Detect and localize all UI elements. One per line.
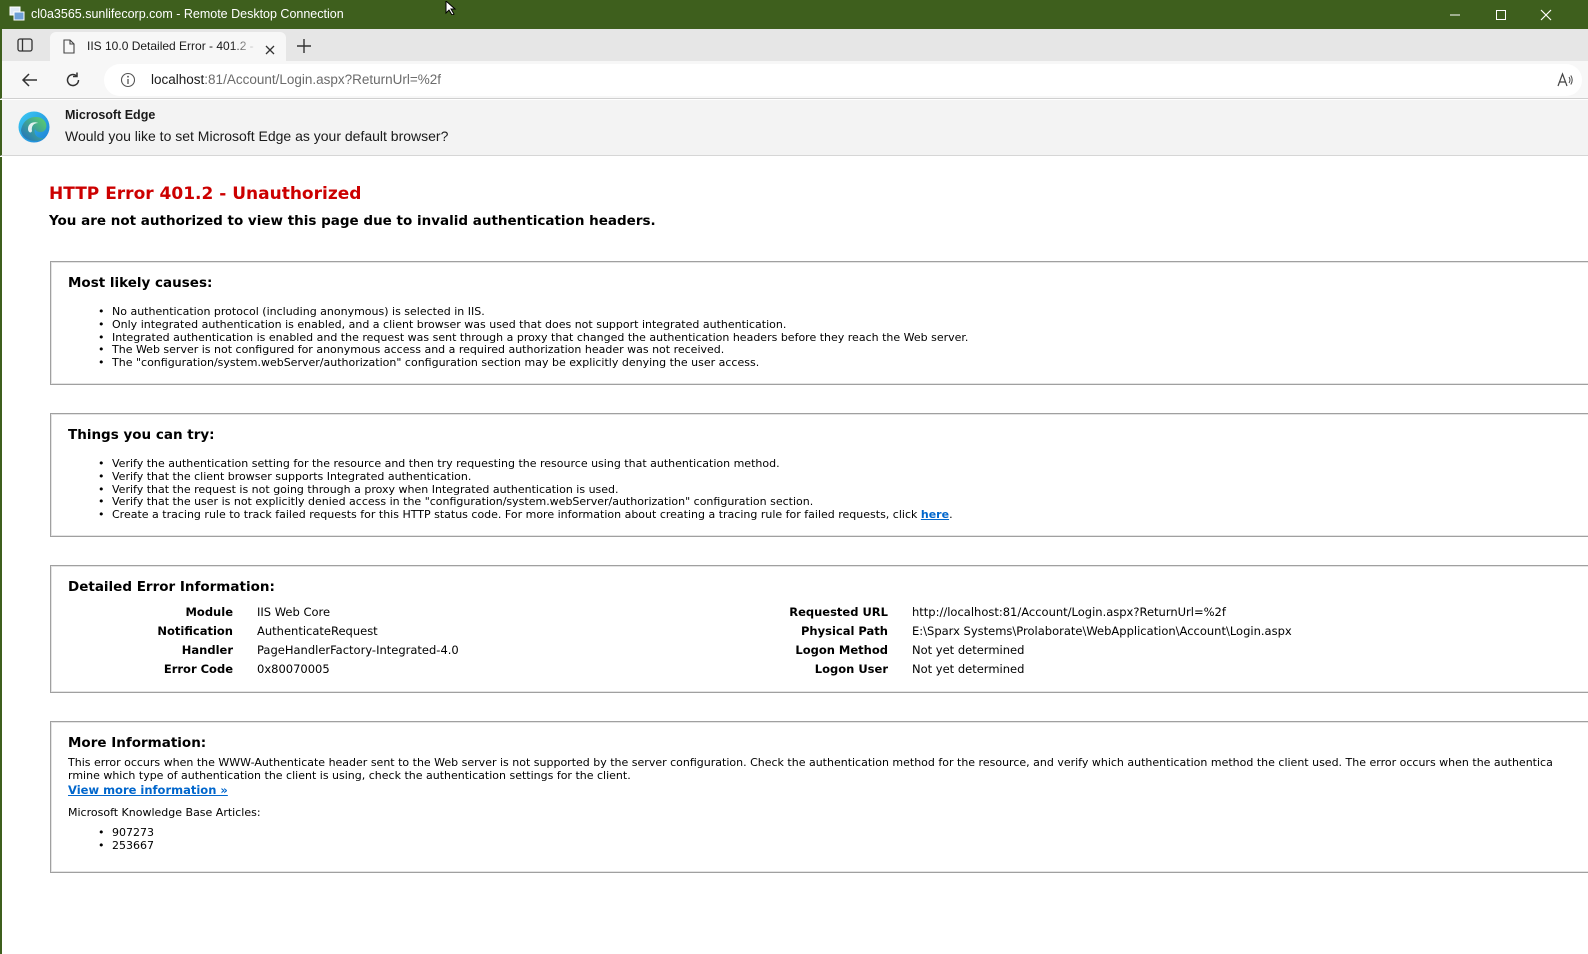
- tab-actions-icon[interactable]: [16, 37, 34, 53]
- list-item: Verify that the client browser supports …: [98, 470, 953, 484]
- kb-article-item: 907273: [98, 826, 154, 840]
- detail-label: Physical Path: [801, 624, 888, 638]
- list-item: The "configuration/system.webServer/auth…: [98, 356, 968, 370]
- more-information-section: More Information: This error occurs when…: [50, 721, 1588, 873]
- list-item: Verify the authentication setting for th…: [98, 457, 953, 471]
- detail-label: Logon User: [814, 662, 888, 676]
- more-information-heading: More Information:: [68, 735, 207, 751]
- detail-value: 0x80070005: [257, 662, 330, 676]
- back-arrow-icon[interactable]: [20, 70, 40, 90]
- more-text-line: rmine which type of authentication the c…: [68, 768, 631, 782]
- url-text[interactable]: localhost:81/Account/Login.aspx?ReturnUr…: [151, 72, 441, 87]
- things-to-try-list: Verify the authentication setting for th…: [98, 457, 953, 522]
- detail-row-logon-user: Logon User Not yet determined: [751, 662, 1292, 681]
- detail-value: Not yet determined: [912, 662, 1025, 676]
- view-more-information-link[interactable]: View more information »: [68, 783, 228, 797]
- detailed-error-section: Detailed Error Information: Module IIS We…: [50, 565, 1588, 693]
- here-link[interactable]: here: [921, 508, 949, 521]
- detail-row-handler: Handler PageHandlerFactory-Integrated-4.0: [113, 643, 459, 662]
- detail-row-requested-url: Requested URL http://localhost:81/Account…: [751, 605, 1292, 624]
- maximize-button[interactable]: [1478, 0, 1524, 29]
- detail-value: IIS Web Core: [257, 605, 331, 619]
- close-window-button[interactable]: [1523, 0, 1569, 29]
- tracing-text: Create a tracing rule to track failed re…: [112, 508, 921, 522]
- detail-label: Handler: [181, 643, 233, 657]
- detail-row-physical-path: Physical Path E:\Sparx Systems\Prolaborat…: [751, 624, 1292, 643]
- minimize-button[interactable]: [1432, 0, 1478, 29]
- mouse-cursor-icon: [445, 0, 457, 16]
- edge-logo-icon: [17, 110, 51, 144]
- things-to-try-heading: Things you can try:: [68, 427, 215, 443]
- close-tab-icon[interactable]: [264, 41, 276, 55]
- detail-value: Not yet determined: [912, 643, 1025, 657]
- kb-articles-label: Microsoft Knowledge Base Articles:: [68, 806, 261, 819]
- tab-title: IIS 10.0 Detailed Error - 401.2 - Unauth…: [87, 39, 257, 53]
- address-bar[interactable]: localhost:81/Account/Login.aspx?ReturnUr…: [104, 64, 1582, 96]
- list-item: No authentication protocol (including an…: [98, 305, 968, 319]
- remote-desktop-icon: [9, 6, 25, 22]
- more-information-text: This error occurs when the WWW-Authentic…: [68, 757, 1588, 783]
- infobar-app-name: Microsoft Edge: [65, 108, 156, 122]
- more-text-line: This error occurs when the WWW-Authentic…: [68, 757, 1553, 769]
- causes-list: No authentication protocol (including an…: [98, 305, 968, 370]
- navigation-bar: localhost:81/Account/Login.aspx?ReturnUr…: [0, 61, 1588, 99]
- page-title: HTTP Error 401.2 - Unauthorized: [49, 184, 362, 204]
- infobar-message: Would you like to set Microsoft Edge as …: [65, 128, 449, 144]
- detail-row-notification: Notification AuthenticateRequest: [113, 624, 459, 643]
- detail-label: Error Code: [163, 662, 233, 676]
- url-path: :81/Account/Login.aspx?ReturnUrl=%2f: [204, 72, 442, 87]
- detail-row-error-code: Error Code 0x80070005: [113, 662, 459, 681]
- kb-article-item: 253667: [98, 839, 154, 853]
- browser-tab[interactable]: IIS 10.0 Detailed Error - 401.2 - Unauth…: [50, 32, 286, 61]
- tracing-period: .: [949, 508, 953, 522]
- detail-value: E:\Sparx Systems\Prolaborate\WebApplicat…: [912, 624, 1292, 638]
- detail-label: Notification: [157, 624, 233, 638]
- url-host: localhost: [151, 72, 205, 87]
- detail-row-logon-method: Logon Method Not yet determined: [751, 643, 1292, 662]
- detail-value: http://localhost:81/Account/Login.aspx?R…: [912, 605, 1226, 619]
- detail-label: Requested URL: [789, 605, 888, 619]
- rdp-title-bar: cl0a3565.sunlifecorp.com - Remote Deskto…: [0, 0, 1588, 29]
- list-item: Only integrated authentication is enable…: [98, 318, 968, 332]
- kb-articles-list: 907273 253667: [98, 826, 154, 853]
- page-subtitle: You are not authorized to view this page…: [49, 213, 656, 229]
- info-icon[interactable]: [120, 72, 136, 88]
- document-icon: [63, 39, 75, 54]
- detail-row-module: Module IIS Web Core: [113, 605, 459, 624]
- default-browser-infobar: Microsoft Edge Would you like to set Mic…: [0, 100, 1588, 156]
- causes-section: Most likely causes: No authentication pr…: [50, 261, 1588, 385]
- read-aloud-icon[interactable]: [1556, 71, 1574, 89]
- detail-value: PageHandlerFactory-Integrated-4.0: [257, 643, 459, 657]
- detail-label: Module: [185, 605, 233, 619]
- rdp-window-title: cl0a3565.sunlifecorp.com - Remote Deskto…: [31, 7, 344, 21]
- details-left-table: Module IIS Web Core Notification Authentic…: [113, 605, 459, 681]
- detailed-error-heading: Detailed Error Information:: [68, 579, 275, 595]
- refresh-icon[interactable]: [63, 70, 83, 90]
- list-item-tracing: Create a tracing rule to track failed re…: [98, 508, 953, 522]
- detail-label: Logon Method: [795, 643, 888, 657]
- detail-value: AuthenticateRequest: [257, 624, 378, 638]
- tab-strip: IIS 10.0 Detailed Error - 401.2 - Unauth…: [0, 29, 1588, 61]
- details-right-table: Requested URL http://localhost:81/Account…: [751, 605, 1292, 681]
- causes-heading: Most likely causes:: [68, 275, 213, 291]
- new-tab-plus-icon[interactable]: [295, 37, 313, 55]
- things-to-try-section: Things you can try: Verify the authentic…: [50, 413, 1588, 537]
- page-content: HTTP Error 401.2 - Unauthorized You are …: [0, 157, 1588, 954]
